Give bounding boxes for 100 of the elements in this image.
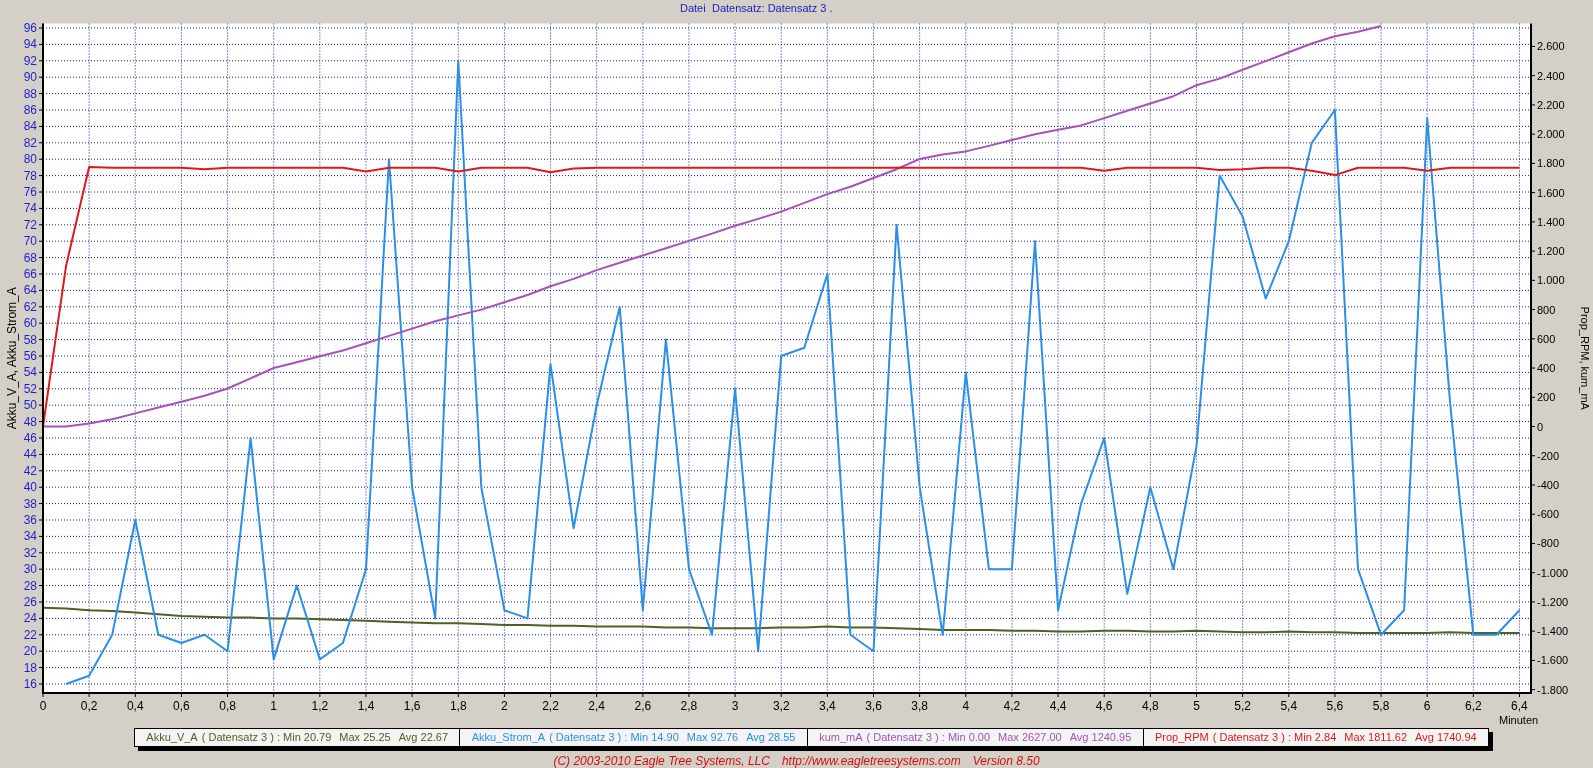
axis-tick-label: 5,2 (1234, 699, 1251, 713)
axis-tick-label: 1,8 (449, 699, 467, 713)
axis-tick-label: 26 (23, 595, 37, 609)
axis-tick-label: 38 (23, 496, 37, 511)
axis-tick-label: 36 (23, 513, 37, 527)
axis-title: Prop_RPM, kum_mA (1579, 306, 1591, 410)
axis-tick-label: 64 (23, 283, 37, 298)
axis-tick-label: 0,2 (80, 699, 98, 713)
axis-tick-label: 1.000 (1537, 274, 1565, 287)
legend-text: Akku_Strom_A (471, 730, 546, 746)
axis-tick-label: 3,8 (911, 699, 928, 713)
axis-tick-label: 80 (23, 152, 37, 167)
legend-text: kum_mA (819, 730, 863, 746)
axis-tick-label: -1.800 (1537, 683, 1569, 696)
axis-tick-label: 5,6 (1326, 699, 1344, 713)
legend-text: Max 1811.62 (1344, 730, 1408, 746)
legend-text: ( Datensatz 3 ) : Min 0.00 (866, 730, 991, 746)
legend-text: Avg 1240.95 (1069, 730, 1132, 746)
axis-tick-label: 50 (23, 398, 37, 413)
legend-text: ( Datensatz 3 ) : Min 14.90 (549, 730, 679, 746)
axis-tick-label: -1.200 (1537, 595, 1569, 608)
axis-tick-label: 6,4 (1511, 699, 1528, 713)
axis-tick-label: 2,4 (588, 699, 605, 713)
axis-tick-label: 68 (23, 250, 37, 265)
axis-tick-label: 1.400 (1537, 215, 1565, 228)
axis-tick-label: 72 (23, 217, 37, 232)
axis-tick-label: -1.600 (1537, 654, 1569, 667)
axis-tick-label: 4 (962, 699, 970, 713)
axis-tick-label: 3,4 (819, 699, 836, 713)
axis-tick-label: 94 (23, 37, 37, 52)
axis-tick-label: 42 (23, 463, 37, 478)
axis-tick-label: 88 (23, 86, 37, 101)
axis-tick-label: 52 (23, 381, 37, 396)
axis-tick-label: 62 (23, 299, 37, 314)
axis-tick-label: 800 (1537, 303, 1556, 316)
website-link[interactable]: http://www.eagletreesystems.com (781, 752, 961, 768)
axis-tick-label: -600 (1537, 508, 1560, 521)
axis-tick-label: 30 (23, 562, 37, 577)
axis-tick-label: 40 (23, 480, 37, 495)
axis-tick-label: 2.000 (1537, 128, 1565, 141)
axis-tick-label: 86 (23, 103, 37, 117)
axis-tick-label: 46 (23, 431, 37, 445)
axis-tick-label: 74 (23, 201, 37, 216)
axis-tick-label: 0,8 (219, 699, 236, 713)
axis-tick-label: 1.200 (1537, 245, 1565, 258)
axis-tick-label: 5,4 (1280, 699, 1298, 713)
axis-tick-label: 18 (23, 660, 37, 675)
axis-tick-label: 0 (1537, 420, 1544, 433)
axis-tick-label: 1,4 (357, 699, 375, 713)
axis-tick-label: 6,2 (1465, 699, 1482, 713)
axis-tick-label: 4,8 (1142, 699, 1159, 713)
axis-tick-label: 96 (23, 21, 37, 35)
axis-tick-label: 2,2 (542, 699, 559, 713)
chart-title: Datensatz: Datensatz 3 . (712, 2, 833, 14)
axis-tick-label: 28 (23, 578, 37, 593)
axis-tick-label: 32 (23, 545, 37, 560)
axis-tick-label: 6 (1423, 699, 1431, 713)
axis-tick-label: 3,2 (772, 699, 790, 713)
axis-title: Akku_V_A, Akku_Strom_A (5, 287, 19, 430)
axis-tick-label: 1,2 (311, 699, 329, 713)
legend-text: Akku_V_A (146, 730, 198, 746)
axis-tick-label: 1.600 (1537, 186, 1565, 199)
legend-text: Max 2627.00 (998, 730, 1062, 746)
axis-tick-label: 90 (23, 70, 37, 85)
axis-tick-label: 82 (23, 135, 37, 150)
legend-text: Avg 22.67 (398, 730, 449, 746)
version-text: Version 8.50 (972, 753, 1040, 768)
axis-tick-label: 5,8 (1372, 699, 1390, 713)
axis-tick-label: 54 (23, 365, 37, 380)
axis-tick-label: 44 (23, 447, 37, 462)
axis-tick-label: 70 (23, 234, 37, 249)
copyright-text: (C) 2003-2010 Eagle Tree Systems, LLC (553, 753, 770, 768)
axis-tick-label: -800 (1537, 537, 1560, 550)
axis-tick-label: 48 (23, 414, 37, 429)
axis-tick-label: 3,6 (865, 699, 882, 713)
axis-tick-label: 2,6 (634, 699, 652, 713)
axis-tick-label: 56 (23, 349, 37, 363)
axis-tick-label: 78 (23, 168, 37, 183)
menu-item[interactable]: Datei (680, 2, 706, 14)
axis-tick-label: 3 (731, 699, 739, 713)
axis-tick-label: 22 (23, 627, 37, 642)
axis-tick-label: 1 (270, 699, 278, 713)
axis-tick-label: 1,6 (403, 699, 421, 713)
axis-tick-label: 24 (23, 611, 37, 626)
legend-text: Max 92.76 (686, 730, 739, 746)
axis-tick-label: 34 (23, 529, 37, 544)
axis-tick-label: 1.800 (1537, 157, 1565, 170)
axis-tick-label: 4,2 (1003, 699, 1021, 713)
axis-tick-label: 4,4 (1049, 699, 1067, 713)
axis-tick-label: 92 (23, 53, 37, 68)
axis-tick-label: 58 (23, 332, 37, 347)
axis-tick-label: 200 (1537, 391, 1556, 404)
axis-tick-label: 20 (23, 644, 37, 659)
axis-tick-label: 84 (23, 119, 37, 134)
axis-tick-label: 2 (501, 699, 508, 713)
axis-tick-label: -1.000 (1537, 566, 1569, 579)
axis-tick-label: 2.600 (1537, 40, 1565, 53)
axis-title: Minuten (1499, 714, 1539, 726)
axis-tick-label: 2.200 (1537, 98, 1565, 111)
axis-tick-label: 5 (1193, 699, 1200, 713)
